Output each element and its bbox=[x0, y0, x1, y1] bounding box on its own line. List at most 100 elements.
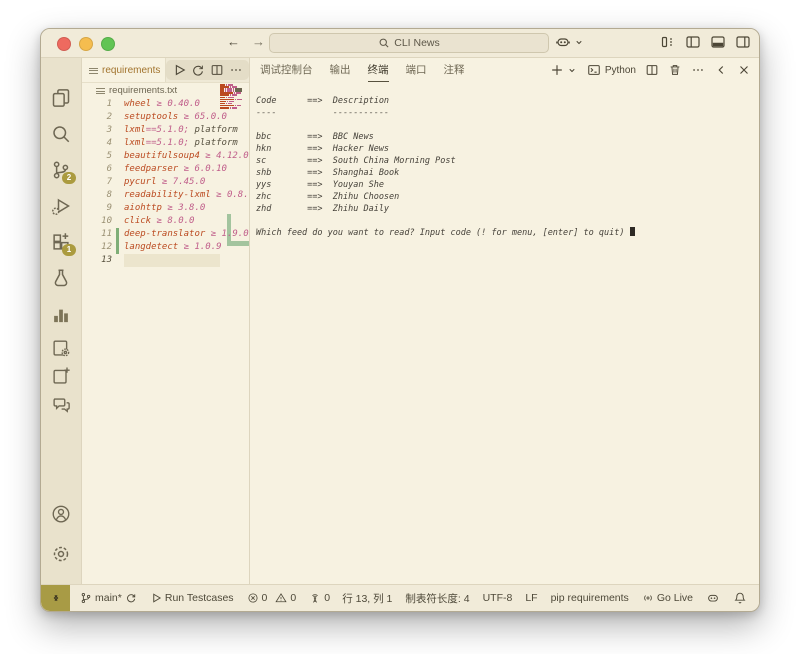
search-view-icon[interactable] bbox=[51, 124, 71, 144]
code-token: lxml bbox=[124, 125, 146, 135]
close-panel-icon[interactable] bbox=[737, 63, 751, 77]
code-line-4[interactable]: 4lxml==5.1.0; platform bbox=[82, 137, 249, 150]
copilot-icon[interactable] bbox=[555, 34, 571, 50]
rerun-icon[interactable] bbox=[191, 63, 205, 77]
editor-tab-strip: requirements bbox=[82, 58, 249, 83]
gutter-change-indicator bbox=[112, 137, 124, 150]
gutter-change-indicator bbox=[112, 228, 124, 241]
command-center[interactable]: CLI News bbox=[269, 33, 549, 53]
code-line-2[interactable]: 2setuptools ≥ 65.0.0 bbox=[82, 111, 249, 124]
testing-icon[interactable] bbox=[51, 268, 71, 288]
toggle-primary-sidebar-icon[interactable] bbox=[685, 34, 701, 50]
copilot-dropdown-icon[interactable] bbox=[573, 36, 585, 48]
code-line-8[interactable]: 8readability-lxml ≥ 0.8.1 bbox=[82, 189, 249, 202]
code-line-1[interactable]: 1wheel ≥ 0.40.0 bbox=[82, 98, 249, 111]
code-line-5[interactable]: 5beautifulsoup4 ≥ 4.12.0 bbox=[82, 150, 249, 163]
maximize-panel-icon[interactable] bbox=[714, 63, 728, 77]
toggle-secondary-sidebar-icon[interactable] bbox=[735, 34, 751, 50]
line-number: 13 bbox=[82, 254, 112, 267]
code-token: platform bbox=[194, 125, 237, 135]
code-line-6[interactable]: 6feedparser ≥ 6.0.10 bbox=[82, 163, 249, 176]
source-control-icon[interactable]: 2 bbox=[51, 160, 71, 180]
new-terminal-icon[interactable] bbox=[550, 63, 564, 77]
problems-item[interactable]: 0 0 bbox=[247, 592, 297, 604]
command-center-text: CLI News bbox=[394, 37, 440, 49]
ports-item[interactable]: 0 bbox=[309, 592, 330, 604]
code-token: langdetect bbox=[124, 242, 178, 252]
code-token: ≥ bbox=[178, 242, 194, 252]
run-file-icon[interactable] bbox=[172, 63, 186, 77]
indentation-item[interactable]: 制表符长度: 4 bbox=[405, 591, 469, 606]
forward-button[interactable]: → bbox=[252, 34, 265, 49]
customize-layout-icon[interactable] bbox=[660, 34, 676, 50]
settings-gear-icon[interactable] bbox=[51, 544, 71, 564]
cursor-position-item[interactable]: 行 13, 列 1 bbox=[342, 591, 392, 606]
chart-view-icon[interactable] bbox=[51, 304, 71, 324]
code-line-3[interactable]: 3lxml==5.1.0; platform bbox=[82, 124, 249, 137]
line-number: 4 bbox=[82, 137, 112, 150]
code-token: ; bbox=[184, 138, 195, 148]
branch-status-item[interactable]: main* bbox=[80, 592, 137, 604]
copilot-status-icon[interactable] bbox=[706, 591, 720, 605]
code-line-7[interactable]: 7pycurl ≥ 7.45.0 bbox=[82, 176, 249, 189]
split-terminal-icon[interactable] bbox=[645, 63, 659, 77]
code-line-13[interactable]: 13 bbox=[82, 254, 249, 267]
line-number: 7 bbox=[82, 176, 112, 189]
encoding-item[interactable]: UTF-8 bbox=[483, 592, 513, 604]
window-controls bbox=[57, 37, 115, 51]
terminal-icon bbox=[587, 63, 601, 77]
code-token: ≥ bbox=[151, 99, 167, 109]
panel-tab-comments[interactable]: 注释 bbox=[444, 59, 465, 81]
code-line-12[interactable]: 12langdetect ≥ 1.0.9 bbox=[82, 241, 249, 254]
panel-more-actions-icon[interactable] bbox=[691, 63, 705, 77]
run-testcases-label: Run Testcases bbox=[165, 592, 234, 604]
notebook-icon[interactable] bbox=[51, 366, 71, 386]
gutter-change-indicator bbox=[112, 202, 124, 215]
code-token: 65.0.0 bbox=[194, 112, 227, 122]
accounts-icon[interactable] bbox=[51, 504, 71, 524]
back-button[interactable]: ← bbox=[227, 34, 240, 49]
eol-item[interactable]: LF bbox=[525, 592, 537, 604]
run-testcases-item[interactable]: Run Testcases bbox=[150, 592, 234, 604]
panel-tab-ports[interactable]: 端口 bbox=[406, 59, 427, 81]
broadcast-icon bbox=[642, 592, 654, 604]
code-token: 5.1.0 bbox=[157, 125, 184, 135]
code-runner-icon[interactable] bbox=[51, 338, 71, 358]
code-token: 6.0.10 bbox=[194, 164, 227, 174]
terminal-shell-picker[interactable]: Python bbox=[587, 63, 636, 77]
new-terminal-dropdown-icon[interactable] bbox=[566, 64, 578, 76]
more-actions-icon[interactable] bbox=[229, 63, 243, 77]
panel-tab-output[interactable]: 输出 bbox=[330, 59, 351, 81]
language-mode-item[interactable]: pip requirements bbox=[551, 592, 629, 604]
split-editor-icon[interactable] bbox=[210, 63, 224, 77]
tab-requirements-txt[interactable]: requirements bbox=[82, 58, 166, 82]
code-editor[interactable]: 1wheel ≥ 0.40.02setuptools ≥ 65.0.03lxml… bbox=[82, 98, 249, 585]
line-number: 8 bbox=[82, 189, 112, 202]
radio-tower-icon bbox=[309, 592, 321, 604]
terminal-output[interactable]: Code ==> Description ---- ----------- bb… bbox=[256, 95, 755, 239]
code-text: deep-translator ≥ 1.9.0 bbox=[124, 228, 249, 241]
close-window-button[interactable] bbox=[57, 37, 71, 51]
ports-count: 0 bbox=[324, 592, 330, 604]
gutter-change-indicator bbox=[112, 124, 124, 137]
code-token: beautifulsoup4 bbox=[124, 151, 200, 161]
code-line-9[interactable]: 9aiohttp ≥ 3.8.0 bbox=[82, 202, 249, 215]
zoom-window-button[interactable] bbox=[101, 37, 115, 51]
run-debug-icon[interactable] bbox=[51, 196, 71, 216]
remote-indicator[interactable] bbox=[41, 585, 70, 611]
play-icon bbox=[150, 592, 162, 604]
minimize-window-button[interactable] bbox=[79, 37, 93, 51]
notifications-bell-icon[interactable] bbox=[733, 591, 747, 605]
line-number: 11 bbox=[82, 228, 112, 241]
code-line-10[interactable]: 10click ≥ 8.0.0 bbox=[82, 215, 249, 228]
go-live-item[interactable]: Go Live bbox=[642, 592, 693, 604]
panel-tab-debug-console[interactable]: 调试控制台 bbox=[260, 59, 313, 81]
explorer-icon[interactable] bbox=[51, 88, 71, 108]
code-line-11[interactable]: 11 deep-translator ≥ 1.9.0 bbox=[82, 228, 249, 241]
code-token: 1.9.0 bbox=[222, 229, 249, 239]
toggle-panel-icon[interactable] bbox=[710, 34, 726, 50]
extensions-icon[interactable]: 1 bbox=[51, 232, 71, 252]
kill-terminal-icon[interactable] bbox=[668, 63, 682, 77]
panel-tab-terminal[interactable]: 终端 bbox=[368, 59, 389, 82]
comments-icon[interactable] bbox=[51, 394, 71, 414]
